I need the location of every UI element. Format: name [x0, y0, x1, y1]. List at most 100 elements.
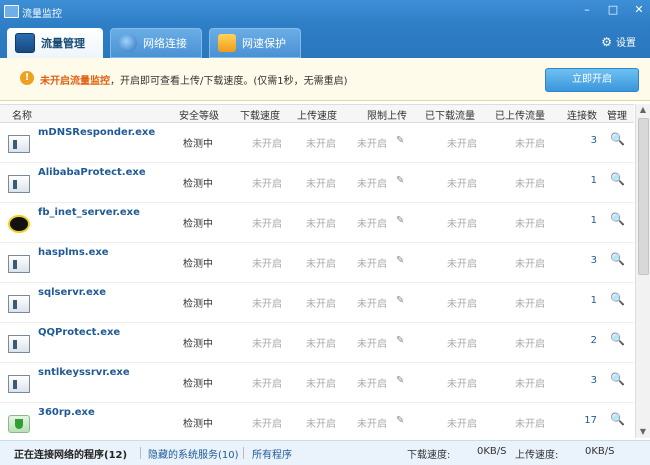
table-row[interactable]: mDNSResponder.exe 检测中 未开启 未开启 未开启 ✎ 未开启 …	[0, 122, 634, 163]
minimize-button[interactable]: –	[580, 3, 594, 16]
col-uploaded[interactable]: 已上传流量	[495, 107, 545, 122]
downloaded-traffic: 未开启	[447, 259, 477, 270]
process-name: hasplms.exe	[38, 247, 109, 258]
table-row[interactable]: QQProtect.exe 检测中 未开启 未开启 未开启 ✎ 未开启 未开启 …	[0, 322, 634, 363]
shield-program-icon	[8, 415, 30, 433]
downloaded-traffic: 未开启	[447, 139, 477, 150]
manage-key-icon[interactable]: 🔍	[610, 412, 625, 426]
edit-limit-icon[interactable]: ✎	[396, 375, 404, 386]
warning-icon: !	[20, 71, 34, 85]
col-connections[interactable]: 连接数	[567, 107, 597, 122]
connection-count[interactable]: 3	[575, 375, 597, 386]
lightning-icon	[218, 34, 236, 52]
uploaded-traffic: 未开启	[515, 179, 545, 190]
filter-hidden-services[interactable]: 隐藏的系统服务(10)	[148, 446, 239, 461]
col-download-speed[interactable]: 下载速度	[240, 107, 280, 122]
col-manage[interactable]: 管理	[607, 107, 627, 122]
process-name: fb_inet_server.exe	[38, 207, 140, 218]
security-level: 检测中	[183, 379, 213, 390]
upload-speed: 未开启	[306, 379, 336, 390]
edit-limit-icon[interactable]: ✎	[396, 135, 404, 146]
download-speed: 未开启	[252, 339, 282, 350]
upload-limit: 未开启	[357, 419, 387, 430]
col-upload-speed[interactable]: 上传速度	[297, 107, 337, 122]
process-name: QQProtect.exe	[38, 327, 121, 338]
scroll-down-icon[interactable]: ▼	[636, 426, 650, 438]
program-icon	[8, 175, 30, 193]
upload-speed: 未开启	[306, 179, 336, 190]
connection-count[interactable]: 3	[575, 255, 597, 266]
edit-limit-icon[interactable]: ✎	[396, 295, 404, 306]
process-name: sqlservr.exe	[38, 287, 107, 298]
scroll-up-icon[interactable]: ▲	[636, 104, 650, 116]
manage-key-icon[interactable]: 🔍	[610, 372, 625, 386]
col-security[interactable]: 安全等级	[179, 107, 219, 122]
title-bar: 流量监控 – □ ✕	[0, 0, 650, 24]
tab-speed-protection[interactable]: 网速保护	[209, 28, 301, 58]
security-level: 检测中	[183, 139, 213, 150]
upload-speed: 未开启	[306, 299, 336, 310]
filter-connecting[interactable]: 正在连接网络的程序(12)	[14, 446, 127, 461]
table-row[interactable]: AlibabaProtect.exe 检测中 未开启 未开启 未开启 ✎ 未开启…	[0, 162, 634, 203]
table-row[interactable]: fb_inet_server.exe 检测中 未开启 未开启 未开启 ✎ 未开启…	[0, 202, 634, 243]
close-button[interactable]: ✕	[632, 3, 646, 16]
download-speed: 未开启	[252, 259, 282, 270]
traffic-chart-icon	[15, 33, 35, 53]
security-level: 检测中	[183, 259, 213, 270]
downloaded-traffic: 未开启	[447, 179, 477, 190]
tab-network-connections[interactable]: 网络连接	[110, 28, 202, 58]
manage-key-icon[interactable]: 🔍	[610, 132, 625, 146]
col-name[interactable]: 名称	[12, 107, 32, 122]
connection-count[interactable]: 1	[575, 295, 597, 306]
program-icon	[8, 255, 30, 273]
downloaded-traffic: 未开启	[447, 299, 477, 310]
uploaded-traffic: 未开启	[515, 419, 545, 430]
tab-label: 流量管理	[41, 37, 85, 50]
edit-limit-icon[interactable]: ✎	[396, 255, 404, 266]
settings-label: 设置	[616, 38, 636, 49]
vertical-scrollbar[interactable]: ▲ ▼	[635, 104, 650, 438]
security-level: 检测中	[183, 219, 213, 230]
tab-label: 网速保护	[242, 37, 286, 50]
table-row[interactable]: sntlkeyssrvr.exe 检测中 未开启 未开启 未开启 ✎ 未开启 未…	[0, 362, 634, 403]
edit-limit-icon[interactable]: ✎	[396, 335, 404, 346]
manage-key-icon[interactable]: 🔍	[610, 332, 625, 346]
firebird-icon	[8, 215, 30, 233]
enable-now-button[interactable]: 立即开启	[545, 68, 639, 92]
scroll-thumb[interactable]	[638, 118, 649, 275]
divider	[140, 447, 141, 459]
col-upload-limit[interactable]: 限制上传	[367, 107, 407, 122]
download-speed: 未开启	[252, 179, 282, 190]
download-speed: 未开启	[252, 299, 282, 310]
manage-key-icon[interactable]: 🔍	[610, 292, 625, 306]
filter-all-programs[interactable]: 所有程序	[252, 446, 292, 461]
tab-traffic-management[interactable]: 流量管理	[7, 28, 103, 58]
edit-limit-icon[interactable]: ✎	[396, 215, 404, 226]
table-row[interactable]: 360rp.exe 检测中 未开启 未开启 未开启 ✎ 未开启 未开启 17 🔍	[0, 402, 634, 438]
connection-count[interactable]: 3	[575, 135, 597, 146]
col-downloaded[interactable]: 已下载流量	[425, 107, 475, 122]
status-bar: 正在连接网络的程序(12) 隐藏的系统服务(10) 所有程序 下载速度: 0KB…	[0, 440, 650, 465]
settings-button[interactable]: ⚙ 设置	[601, 34, 636, 50]
app-icon	[4, 5, 19, 18]
window-title: 流量监控	[22, 9, 62, 20]
security-level: 检测中	[183, 299, 213, 310]
connection-count[interactable]: 17	[575, 415, 597, 426]
connection-count[interactable]: 1	[575, 215, 597, 226]
process-list: mDNSResponder.exe 检测中 未开启 未开启 未开启 ✎ 未开启 …	[0, 122, 634, 438]
upload-limit: 未开启	[357, 179, 387, 190]
connection-count[interactable]: 2	[575, 335, 597, 346]
upload-limit: 未开启	[357, 259, 387, 270]
table-row[interactable]: sqlservr.exe 检测中 未开启 未开启 未开启 ✎ 未开启 未开启 1…	[0, 282, 634, 323]
edit-limit-icon[interactable]: ✎	[396, 175, 404, 186]
manage-key-icon[interactable]: 🔍	[610, 212, 625, 226]
uploaded-traffic: 未开启	[515, 379, 545, 390]
edit-limit-icon[interactable]: ✎	[396, 415, 404, 426]
process-name: mDNSResponder.exe	[38, 127, 156, 138]
table-row[interactable]: hasplms.exe 检测中 未开启 未开启 未开启 ✎ 未开启 未开启 3 …	[0, 242, 634, 283]
connection-count[interactable]: 1	[575, 175, 597, 186]
maximize-button[interactable]: □	[606, 3, 620, 16]
downloaded-traffic: 未开启	[447, 219, 477, 230]
manage-key-icon[interactable]: 🔍	[610, 252, 625, 266]
manage-key-icon[interactable]: 🔍	[610, 172, 625, 186]
